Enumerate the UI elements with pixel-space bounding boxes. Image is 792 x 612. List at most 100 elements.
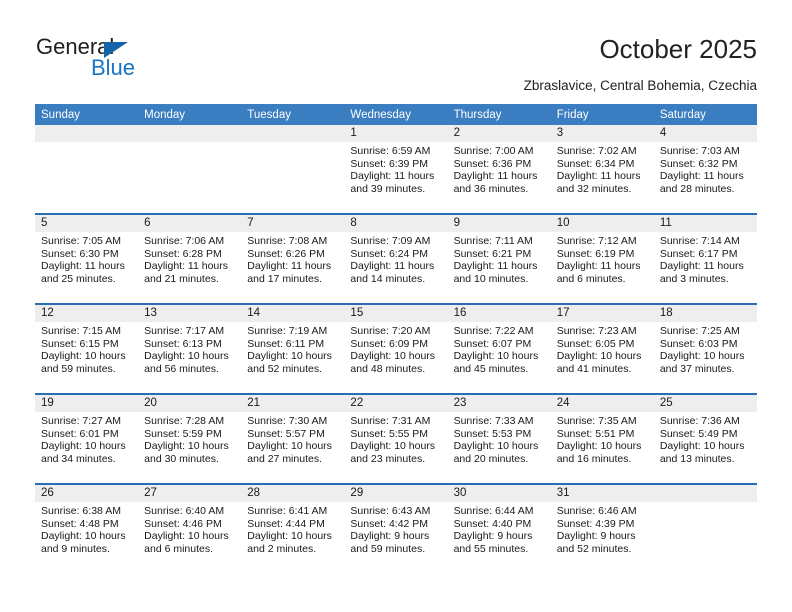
calendar-day-cell[interactable] xyxy=(138,125,242,214)
sunset-text: Sunset: 5:57 PM xyxy=(247,427,325,440)
day-box: 20 Sunrise: 7:28 AM Sunset: 5:59 PM Dayligh… xyxy=(138,395,242,483)
calendar-day-cell[interactable]: 21 Sunrise: 7:30 AM Sunset: 5:57 PM Dayligh… xyxy=(241,393,345,484)
weekday-header-friday: Friday xyxy=(550,104,654,125)
day-number: 3 xyxy=(550,125,654,142)
calendar-day-cell[interactable]: 4 Sunrise: 7:03 AM Sunset: 6:32 PM Daylight… xyxy=(653,125,757,214)
calendar-day-cell[interactable] xyxy=(653,483,757,573)
sunset-text: Sunset: 5:51 PM xyxy=(556,427,635,440)
calendar-day-cell[interactable]: 14 Sunrise: 7:19 AM Sunset: 6:11 PM Dayligh… xyxy=(241,303,345,394)
calendar-week-row: 12 Sunrise: 7:15 AM Sunset: 6:15 PM Dayligh… xyxy=(35,303,757,394)
day-number: 18 xyxy=(653,305,757,322)
daylight-text: Daylight: 10 hours and 20 minutes. xyxy=(453,440,539,465)
daylight-text: Daylight: 9 hours and 55 minutes. xyxy=(453,530,533,555)
day-box: 9 Sunrise: 7:11 AM Sunset: 6:21 PM Daylight… xyxy=(447,215,551,303)
weekday-header-tuesday: Tuesday xyxy=(241,104,345,125)
sunset-text: Sunset: 6:30 PM xyxy=(41,247,119,260)
calendar-day-cell[interactable]: 19 Sunrise: 7:27 AM Sunset: 6:01 PM Dayligh… xyxy=(35,393,139,484)
page-header: General Blue October 2025 Zbraslavice, C… xyxy=(0,0,792,100)
calendar-week-row: 26 Sunrise: 6:38 AM Sunset: 4:48 PM Dayligh… xyxy=(35,483,757,573)
sunset-text: Sunset: 6:01 PM xyxy=(41,427,119,440)
calendar-day-cell[interactable]: 23 Sunrise: 7:33 AM Sunset: 5:53 PM Dayligh… xyxy=(447,393,551,484)
day-number xyxy=(241,125,345,142)
daylight-text: Daylight: 10 hours and 48 minutes. xyxy=(350,350,436,375)
day-details: Sunrise: 6:59 AM Sunset: 6:39 PM Daylight:… xyxy=(344,142,447,195)
day-details: Sunrise: 6:38 AM Sunset: 4:48 PM Daylight:… xyxy=(35,502,138,555)
day-box: 5 Sunrise: 7:05 AM Sunset: 6:30 PM Daylight… xyxy=(35,215,139,303)
sunrise-text: Sunrise: 7:23 AM xyxy=(556,325,637,337)
calendar-day-cell[interactable]: 7 Sunrise: 7:08 AM Sunset: 6:26 PM Daylight… xyxy=(241,213,345,304)
daylight-text: Daylight: 10 hours and 52 minutes. xyxy=(247,350,332,375)
day-number: 11 xyxy=(653,215,757,232)
calendar-day-cell[interactable]: 12 Sunrise: 7:15 AM Sunset: 6:15 PM Dayligh… xyxy=(35,303,139,394)
calendar-day-cell[interactable] xyxy=(35,125,139,214)
day-box: 14 Sunrise: 7:19 AM Sunset: 6:11 PM Dayligh… xyxy=(241,305,345,393)
sunrise-text: Sunrise: 6:46 AM xyxy=(556,505,637,517)
sunset-text: Sunset: 6:32 PM xyxy=(659,157,738,170)
sunrise-text: Sunrise: 6:41 AM xyxy=(247,505,328,517)
day-number xyxy=(653,485,757,502)
day-box: 3 Sunrise: 7:02 AM Sunset: 6:34 PM Daylight… xyxy=(550,125,654,213)
calendar-day-cell[interactable]: 11 Sunrise: 7:14 AM Sunset: 6:17 PM Dayligh… xyxy=(653,213,757,304)
calendar-day-cell[interactable]: 20 Sunrise: 7:28 AM Sunset: 5:59 PM Dayligh… xyxy=(138,393,242,484)
day-number: 28 xyxy=(241,485,345,502)
calendar-day-cell[interactable]: 1 Sunrise: 6:59 AM Sunset: 6:39 PM Daylight… xyxy=(344,125,448,214)
day-number: 23 xyxy=(447,395,551,412)
logo[interactable]: General Blue xyxy=(36,34,216,90)
day-box: 25 Sunrise: 7:36 AM Sunset: 5:49 PM Dayligh… xyxy=(653,395,757,483)
calendar-day-cell[interactable]: 30 Sunrise: 6:44 AM Sunset: 4:40 PM Dayligh… xyxy=(447,483,551,573)
calendar-day-cell[interactable]: 24 Sunrise: 7:35 AM Sunset: 5:51 PM Dayligh… xyxy=(550,393,654,484)
calendar-day-cell[interactable]: 18 Sunrise: 7:25 AM Sunset: 6:03 PM Dayligh… xyxy=(653,303,757,394)
day-details: Sunrise: 7:36 AM Sunset: 5:49 PM Daylight:… xyxy=(654,412,757,465)
calendar-day-cell[interactable]: 28 Sunrise: 6:41 AM Sunset: 4:44 PM Dayligh… xyxy=(241,483,345,573)
sunset-text: Sunset: 6:11 PM xyxy=(247,337,325,350)
day-number: 16 xyxy=(447,305,551,322)
calendar-day-cell[interactable]: 13 Sunrise: 7:17 AM Sunset: 6:13 PM Dayligh… xyxy=(138,303,242,394)
sunset-text: Sunset: 6:03 PM xyxy=(659,337,738,350)
sunrise-text: Sunrise: 7:00 AM xyxy=(453,145,534,157)
daylight-text: Daylight: 10 hours and 16 minutes. xyxy=(556,440,642,465)
calendar-day-cell[interactable]: 2 Sunrise: 7:00 AM Sunset: 6:36 PM Daylight… xyxy=(447,125,551,214)
day-number: 1 xyxy=(344,125,448,142)
day-details: Sunrise: 7:00 AM Sunset: 6:36 PM Daylight:… xyxy=(448,142,551,195)
sunset-text: Sunset: 6:05 PM xyxy=(556,337,635,350)
calendar-day-cell[interactable]: 8 Sunrise: 7:09 AM Sunset: 6:24 PM Daylight… xyxy=(344,213,448,304)
calendar-day-cell[interactable]: 9 Sunrise: 7:11 AM Sunset: 6:21 PM Daylight… xyxy=(447,213,551,304)
calendar-day-cell[interactable]: 5 Sunrise: 7:05 AM Sunset: 6:30 PM Daylight… xyxy=(35,213,139,304)
day-box: 15 Sunrise: 7:20 AM Sunset: 6:09 PM Dayligh… xyxy=(344,305,448,393)
calendar-day-cell[interactable]: 17 Sunrise: 7:23 AM Sunset: 6:05 PM Dayligh… xyxy=(550,303,654,394)
day-box: 23 Sunrise: 7:33 AM Sunset: 5:53 PM Dayligh… xyxy=(447,395,551,483)
day-details: Sunrise: 7:35 AM Sunset: 5:51 PM Daylight:… xyxy=(551,412,654,465)
day-box: 24 Sunrise: 7:35 AM Sunset: 5:51 PM Dayligh… xyxy=(550,395,654,483)
day-number: 15 xyxy=(344,305,448,322)
sunrise-text: Sunrise: 7:08 AM xyxy=(247,235,328,247)
daylight-text: Daylight: 10 hours and 9 minutes. xyxy=(41,530,126,555)
day-number: 6 xyxy=(138,215,242,232)
day-number: 9 xyxy=(447,215,551,232)
calendar-day-cell[interactable]: 6 Sunrise: 7:06 AM Sunset: 6:28 PM Daylight… xyxy=(138,213,242,304)
sunrise-text: Sunrise: 7:19 AM xyxy=(247,325,328,337)
calendar-day-cell[interactable]: 10 Sunrise: 7:12 AM Sunset: 6:19 PM Dayligh… xyxy=(550,213,654,304)
logo-text-blue: Blue xyxy=(91,55,136,80)
sunrise-text: Sunrise: 7:05 AM xyxy=(41,235,121,247)
sunrise-text: Sunrise: 7:15 AM xyxy=(41,325,121,337)
daylight-text: Daylight: 10 hours and 34 minutes. xyxy=(41,440,126,465)
calendar-day-cell[interactable]: 15 Sunrise: 7:20 AM Sunset: 6:09 PM Dayligh… xyxy=(344,303,448,394)
calendar-day-cell[interactable]: 16 Sunrise: 7:22 AM Sunset: 6:07 PM Dayligh… xyxy=(447,303,551,394)
sunrise-text: Sunrise: 6:40 AM xyxy=(144,505,225,517)
calendar-day-cell[interactable]: 3 Sunrise: 7:02 AM Sunset: 6:34 PM Daylight… xyxy=(550,125,654,214)
calendar-day-cell[interactable]: 25 Sunrise: 7:36 AM Sunset: 5:49 PM Dayligh… xyxy=(653,393,757,484)
day-box: 30 Sunrise: 6:44 AM Sunset: 4:40 PM Dayligh… xyxy=(447,485,551,573)
day-number: 20 xyxy=(138,395,242,412)
calendar-day-cell[interactable]: 29 Sunrise: 6:43 AM Sunset: 4:42 PM Dayligh… xyxy=(344,483,448,573)
daylight-text: Daylight: 11 hours and 14 minutes. xyxy=(350,260,435,285)
calendar-day-cell[interactable]: 31 Sunrise: 6:46 AM Sunset: 4:39 PM Dayligh… xyxy=(550,483,654,573)
calendar-day-cell[interactable] xyxy=(241,125,345,214)
calendar-day-cell[interactable]: 27 Sunrise: 6:40 AM Sunset: 4:46 PM Dayligh… xyxy=(138,483,242,573)
sunset-text: Sunset: 6:34 PM xyxy=(556,157,635,170)
sunrise-text: Sunrise: 7:27 AM xyxy=(41,415,121,427)
day-details: Sunrise: 7:02 AM Sunset: 6:34 PM Daylight:… xyxy=(551,142,654,195)
calendar-day-cell[interactable]: 22 Sunrise: 7:31 AM Sunset: 5:55 PM Dayligh… xyxy=(344,393,448,484)
sunrise-text: Sunrise: 7:20 AM xyxy=(350,325,431,337)
sunset-text: Sunset: 6:21 PM xyxy=(453,247,532,260)
calendar-day-cell[interactable]: 26 Sunrise: 6:38 AM Sunset: 4:48 PM Dayligh… xyxy=(35,483,139,573)
